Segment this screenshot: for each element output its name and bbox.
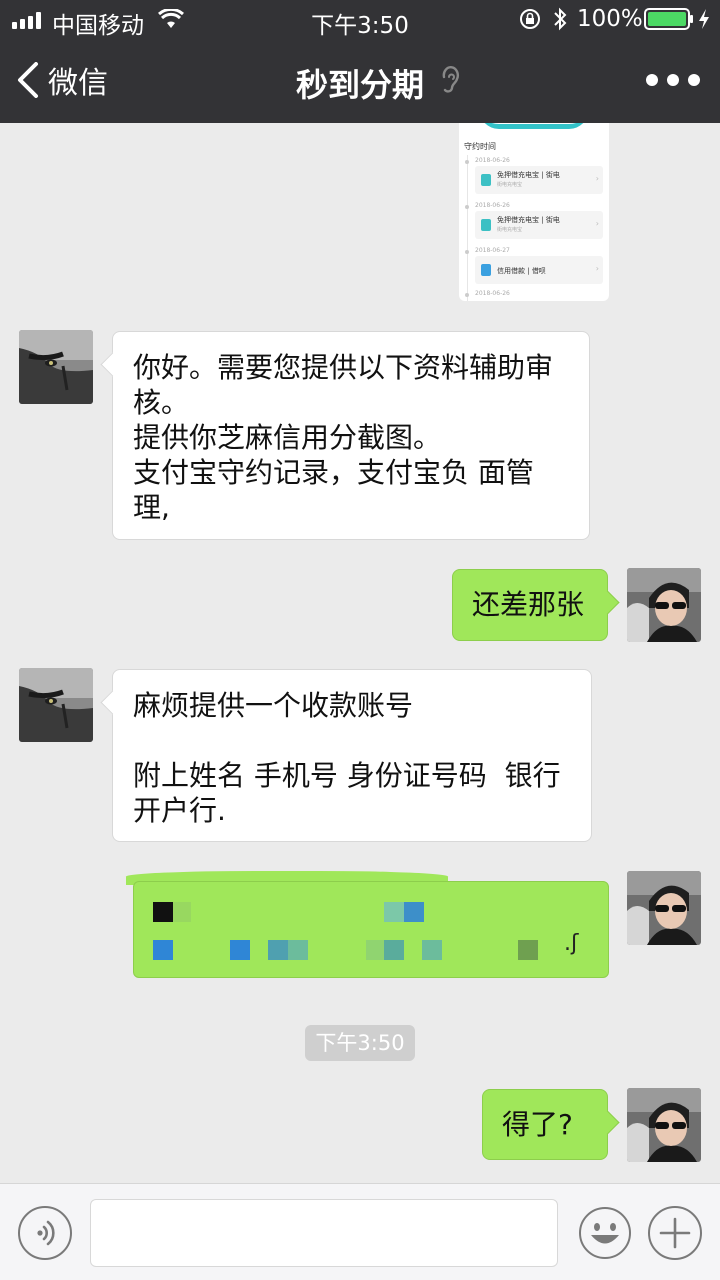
message-text: 麻烦提供一个收款账号 附上姓名 手机号 身份证号码 银行 开户行.: [133, 689, 561, 827]
rotation-lock-icon: [520, 9, 540, 29]
chat-title: 秒到分期: [295, 66, 424, 104]
image-header: 守约时间: [464, 142, 496, 151]
record-tag: 街电: [545, 216, 560, 224]
pixel-block: [518, 940, 538, 960]
record-tag: 借呗: [531, 267, 546, 275]
pixel-block: [268, 940, 288, 960]
voice-button[interactable]: [18, 1206, 72, 1260]
more-button[interactable]: [646, 58, 700, 102]
record-card: 免押借充电宝 | 街电 街电充电宝 ›: [475, 211, 603, 239]
record-title: 信用借款: [497, 267, 525, 275]
record-tag: 街电: [545, 171, 560, 179]
pixel-block: [230, 940, 250, 960]
plus-icon: [659, 1217, 691, 1249]
chevron-right-icon: ›: [595, 264, 599, 273]
record-title: 免押借充电宝: [497, 171, 539, 179]
entry-date: 2018-06-26: [475, 290, 510, 297]
more-dot: [688, 74, 700, 86]
loan-icon: [481, 264, 491, 276]
image-message[interactable]: 守约时间 2018-06-26 免押借充电宝 | 街电 街电充电宝 › 2018…: [459, 123, 609, 301]
my-avatar-image: [627, 871, 701, 945]
powerbank-icon: [481, 219, 491, 231]
record-card: 信用借款 | 借呗 ›: [475, 256, 603, 284]
my-avatar[interactable]: [627, 871, 701, 945]
contact-avatar[interactable]: [19, 668, 93, 742]
contact-avatar-image: [19, 330, 93, 404]
battery-icon: [644, 8, 693, 30]
bluetooth-icon: [554, 7, 567, 31]
chevron-right-icon: ›: [595, 174, 599, 183]
message-bubble-incoming[interactable]: 麻烦提供一个收款账号 附上姓名 手机号 身份证号码 银行 开户行.: [112, 669, 592, 842]
pixel-block: [153, 902, 173, 922]
entry-date: 2018-06-26: [475, 202, 510, 209]
top-chrome: 中国移动 下午3:50 100% 微信 秒到分期: [0, 0, 720, 123]
more-dot: [667, 74, 679, 86]
my-avatar-image: [627, 568, 701, 642]
record-card: 免押借充电宝 | 街电 街电充电宝 ›: [475, 166, 603, 194]
status-bar: 中国移动 下午3:50 100%: [0, 0, 720, 40]
pixel-block: [153, 940, 173, 960]
message-text: 还差那张: [472, 588, 585, 621]
pixel-block: [288, 940, 308, 960]
entry-date: 2018-06-27: [475, 247, 510, 254]
contact-avatar-image: [19, 668, 93, 742]
message-text: 你好。需要您提供以下资料辅助审 核。 提供你芝麻信用分截图。 支付宝守约记录，支…: [133, 351, 554, 524]
message-bubble-outgoing[interactable]: 得了?: [482, 1089, 608, 1160]
entry-date: 2018-06-26: [475, 157, 510, 164]
pixel-block: [384, 940, 404, 960]
my-avatar[interactable]: [627, 1088, 701, 1162]
message-text-fragment: .ʃ: [564, 931, 579, 956]
timeline-dot: [465, 250, 469, 254]
message-bubble-outgoing[interactable]: 还差那张: [452, 569, 608, 641]
my-avatar-image: [627, 1088, 701, 1162]
message-bubble-incoming[interactable]: 你好。需要您提供以下资料辅助审 核。 提供你芝麻信用分截图。 支付宝守约记录，支…: [112, 331, 590, 540]
pixel-block: [366, 940, 384, 960]
timeline-line: [467, 155, 468, 301]
more-dot: [646, 74, 658, 86]
emoji-icon: [579, 1207, 631, 1259]
pixel-block: [173, 902, 191, 922]
contact-avatar[interactable]: [19, 330, 93, 404]
charging-icon: [699, 9, 709, 29]
timeline-dot: [465, 293, 469, 297]
pixel-block: [422, 940, 442, 960]
battery-percent: 100%: [577, 6, 643, 32]
record-sub: 街电充电宝: [497, 182, 523, 188]
voice-icon: [37, 1220, 55, 1246]
record-title: 免押借充电宝: [497, 216, 539, 224]
message-input[interactable]: [90, 1199, 558, 1267]
emoji-button[interactable]: [578, 1206, 632, 1260]
powerbank-icon: [481, 174, 491, 186]
my-avatar[interactable]: [627, 568, 701, 642]
pixel-block: [384, 902, 404, 922]
nav-bar: 微信 秒到分期: [0, 40, 720, 123]
chevron-right-icon: ›: [595, 219, 599, 228]
message-text: 得了?: [502, 1108, 573, 1141]
record-sub: 街电充电宝: [497, 227, 523, 233]
timeline-dot: [465, 205, 469, 209]
input-bar: [0, 1183, 720, 1280]
message-bubble-pixelated[interactable]: [133, 881, 609, 978]
time-separator: 下午3:50: [305, 1025, 415, 1061]
pixel-block: [404, 902, 424, 922]
timeline-dot: [465, 160, 469, 164]
plus-button[interactable]: [648, 1206, 702, 1260]
ear-icon: [442, 66, 460, 93]
image-arc: [479, 123, 589, 129]
